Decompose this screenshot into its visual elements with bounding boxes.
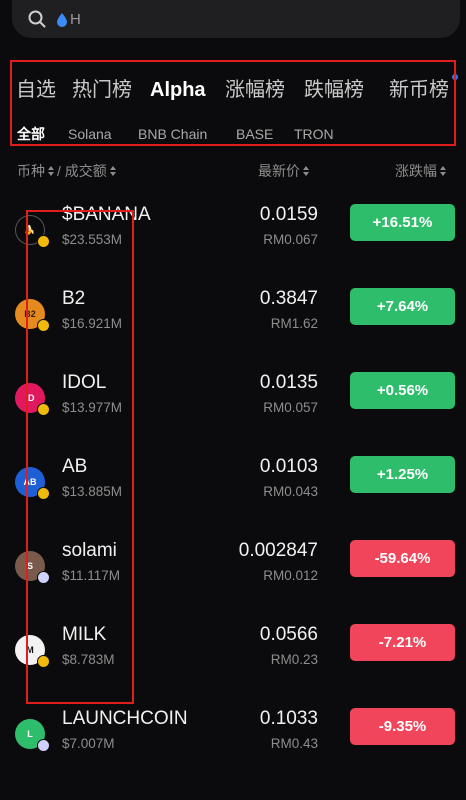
token-volume: $16.921M <box>62 316 123 331</box>
price-header-label: 最新价 <box>258 163 300 179</box>
change-percent-button[interactable]: -59.64% <box>350 540 455 577</box>
token-row[interactable]: B2 B2 $16.921M 0.3847 RM1.62 +7.64% <box>0 282 466 366</box>
chain-tab-base[interactable]: BASE <box>236 124 273 144</box>
bnb-badge-icon <box>37 403 50 416</box>
token-row[interactable]: M MILK $8.783M 0.0566 RM0.23 -7.21% <box>0 618 466 702</box>
token-symbol: $BANANA <box>62 204 151 225</box>
bnb-badge-icon <box>37 487 50 500</box>
tab-hot-list[interactable]: 热门榜 <box>72 75 132 105</box>
token-price: 0.0103 <box>259 456 318 477</box>
chain-tab-solana[interactable]: Solana <box>68 124 112 144</box>
coin-header-label: 币种 <box>17 163 45 179</box>
sort-arrows-icon <box>440 166 446 176</box>
token-row[interactable]: L LAUNCHCOIN $7.007M 0.1033 RM0.43 -9.35% <box>0 702 466 786</box>
chain-tab-all[interactable]: 全部 <box>17 124 45 144</box>
change-percent-button[interactable]: -7.21% <box>350 624 455 661</box>
solana-badge-icon <box>37 571 50 584</box>
token-row[interactable]: Ssolami $11.117M 0.002847 RM0.012 -59.64% <box>0 534 466 618</box>
sort-coin-header[interactable]: 币种 / 成交额 <box>17 160 116 182</box>
token-price: 0.3847 <box>259 288 318 309</box>
bnb-badge-icon <box>37 655 50 668</box>
token-price: 0.002847 <box>238 540 318 561</box>
token-volume: $13.885M <box>62 484 123 499</box>
token-price: 0.0135 <box>259 372 318 393</box>
token-fiat-price: RM0.43 <box>270 736 318 751</box>
tab-gainers[interactable]: 涨幅榜 <box>225 75 285 105</box>
sort-arrows-icon <box>48 166 54 176</box>
token-row[interactable]: 🍌 $BANANA $23.553M 0.0159 RM0.067 +16.51% <box>0 198 466 282</box>
token-price: 0.0159 <box>259 204 318 225</box>
search-icon <box>28 10 46 28</box>
token-fiat-price: RM0.23 <box>270 652 318 667</box>
token-volume: $8.783M <box>62 652 115 667</box>
token-row[interactable]: ID IDOL $13.977M 0.0135 RM0.057 +0.56% <box>0 366 466 450</box>
token-fiat-price: RM0.012 <box>263 568 318 583</box>
solana-badge-icon <box>37 739 50 752</box>
token-fiat-price: RM0.043 <box>263 484 318 499</box>
token-volume: $7.007M <box>62 736 115 751</box>
token-symbol: MILK <box>62 624 107 645</box>
sort-arrows-icon <box>109 166 116 176</box>
column-headers: 币种 / 成交额 最新价 涨跌幅 <box>0 160 466 182</box>
token-symbol: solami <box>62 540 117 561</box>
token-volume: $11.117M <box>62 568 121 583</box>
search-bar[interactable]: H <box>12 0 460 38</box>
token-row[interactable]: AB AB $13.885M 0.0103 RM0.043 +1.25% <box>0 450 466 534</box>
change-percent-button[interactable]: +16.51% <box>350 204 455 241</box>
bnb-badge-icon <box>37 235 50 248</box>
change-header-label: 涨跌幅 <box>395 163 437 179</box>
water-drop-icon <box>57 12 67 27</box>
search-input-text[interactable]: H <box>70 11 81 28</box>
token-price: 0.1033 <box>259 708 318 729</box>
token-fiat-price: RM1.62 <box>270 316 318 331</box>
token-symbol: IDOL <box>62 372 107 393</box>
token-volume: $13.977M <box>62 400 123 415</box>
volume-header-label: / 成交额 <box>57 163 107 179</box>
sort-arrows-icon <box>303 166 309 176</box>
token-price: 0.0566 <box>259 624 318 645</box>
change-percent-button[interactable]: +0.56% <box>350 372 455 409</box>
notification-dot <box>452 74 458 80</box>
change-percent-button[interactable]: +7.64% <box>350 288 455 325</box>
tab-new-listings[interactable]: 新币榜 <box>389 75 449 105</box>
chain-tab-bnb-chain[interactable]: BNB Chain <box>138 124 207 144</box>
chain-tab-tron[interactable]: TRON <box>294 124 334 144</box>
token-volume: $23.553M <box>62 232 123 247</box>
sort-change-header[interactable]: 涨跌幅 <box>395 160 446 182</box>
change-percent-button[interactable]: +1.25% <box>350 456 455 493</box>
tab-favorites[interactable]: 自选 <box>16 75 56 105</box>
token-symbol: B2 <box>62 288 86 309</box>
token-symbol: AB <box>62 456 88 477</box>
change-percent-button[interactable]: -9.35% <box>350 708 455 745</box>
bnb-badge-icon <box>37 319 50 332</box>
token-fiat-price: RM0.057 <box>263 400 318 415</box>
sort-price-header[interactable]: 最新价 <box>258 160 309 182</box>
tab-losers[interactable]: 跌幅榜 <box>304 75 364 105</box>
tab-alpha[interactable]: Alpha <box>150 75 206 105</box>
token-fiat-price: RM0.067 <box>263 232 318 247</box>
token-symbol: LAUNCHCOIN <box>62 708 188 729</box>
category-tabs: 自选 热门榜 Alpha 涨幅榜 跌幅榜 新币榜 <box>0 75 466 105</box>
chain-filter-tabs: 全部 Solana BNB Chain BASE TRON <box>0 124 466 144</box>
